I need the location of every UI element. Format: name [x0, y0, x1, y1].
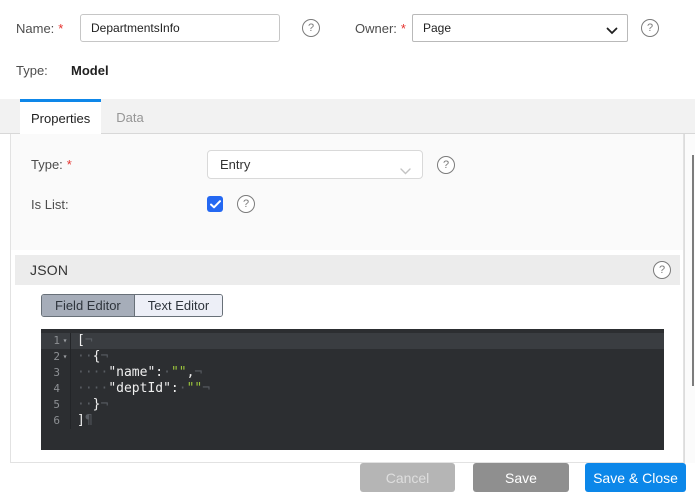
owner-label: Owner: * [355, 21, 412, 36]
owner-help-icon[interactable]: ? [641, 19, 659, 37]
code-line: 5··}¬ [41, 397, 664, 413]
json-code-editor[interactable]: 1▾[¬2▾··{¬3····"name":·"",¬4····"deptId"… [41, 329, 664, 450]
line-number: 4 [41, 381, 71, 397]
owner-label-text: Owner: [355, 21, 397, 36]
code-text: [¬ [71, 333, 93, 349]
tab-content-panel: Type: * Entry ? Is List: ? [10, 134, 684, 463]
owner-required-asterisk: * [401, 21, 406, 36]
owner-select-value: Page [423, 21, 451, 35]
type-help-icon[interactable]: ? [437, 156, 455, 174]
type-field-label: Type: * [31, 157, 207, 172]
code-text: ····"name":·"",¬ [71, 365, 202, 381]
tab-properties[interactable]: Properties [20, 99, 101, 134]
fold-caret-icon[interactable]: ▾ [60, 333, 70, 349]
chevron-down-icon [606, 24, 618, 38]
code-text: ····"deptId":·""¬ [71, 381, 210, 397]
type-static-row: Type: Model [16, 63, 109, 78]
chevron-down-icon [400, 163, 411, 178]
type-required-asterisk: * [67, 157, 72, 172]
code-text: ]¶ [71, 413, 93, 429]
scrollbar-thumb[interactable] [692, 155, 694, 386]
line-number: 1▾ [41, 333, 71, 349]
editor-mode-toggle: Field Editor Text Editor [41, 294, 223, 317]
is-list-label-text: Is List: [31, 197, 69, 212]
line-number: 2▾ [41, 349, 71, 365]
vertical-scrollbar[interactable] [684, 134, 695, 463]
name-required-asterisk: * [58, 21, 63, 36]
top-form: Name: * ? Owner: * Page ? Type: Mod [0, 0, 695, 99]
type-dropdown[interactable]: Entry [207, 150, 423, 179]
name-label: Name: * [16, 21, 80, 36]
code-line: 3····"name":·"",¬ [41, 365, 664, 381]
json-section-header: JSON ? [15, 255, 680, 285]
type-static-value: Model [71, 63, 109, 78]
owner-select-wrap: Page [412, 14, 628, 42]
code-text: ··{¬ [71, 349, 108, 365]
footer-actions: Cancel Save Save & Close [360, 463, 686, 492]
code-line: 6]¶ [41, 413, 664, 429]
is-list-help-icon[interactable]: ? [237, 195, 255, 213]
model-editor-dialog: Name: * ? Owner: * Page ? Type: Mod [0, 0, 695, 504]
code-line: 2▾··{¬ [41, 349, 664, 365]
check-icon [210, 200, 221, 209]
fold-caret-icon[interactable]: ▾ [60, 349, 70, 365]
is-list-row: Is List: ? [31, 195, 683, 213]
field-editor-toggle[interactable]: Field Editor [42, 295, 134, 316]
type-static-label: Type: [16, 63, 71, 78]
save-button[interactable]: Save [473, 463, 569, 492]
is-list-label: Is List: [31, 197, 207, 212]
line-number: 5 [41, 397, 71, 413]
text-editor-toggle[interactable]: Text Editor [134, 295, 222, 316]
line-number: 6 [41, 413, 71, 429]
cancel-button[interactable]: Cancel [360, 463, 455, 492]
save-close-button[interactable]: Save & Close [585, 463, 686, 492]
properties-panel: Type: * Entry ? Is List: ? [11, 134, 683, 250]
tab-strip: Properties Data [0, 99, 695, 134]
json-section-title: JSON [30, 262, 653, 278]
type-dropdown-value: Entry [220, 157, 250, 172]
line-number: 3 [41, 365, 71, 381]
owner-select[interactable]: Page [412, 14, 628, 42]
tab-data[interactable]: Data [101, 99, 158, 133]
code-line: 4····"deptId":·""¬ [41, 381, 664, 397]
json-help-icon[interactable]: ? [653, 261, 671, 279]
code-line: 1▾[¬ [41, 333, 664, 349]
name-label-text: Name: [16, 21, 54, 36]
is-list-checkbox[interactable] [207, 196, 223, 212]
name-help-icon[interactable]: ? [302, 19, 320, 37]
type-field-row: Type: * Entry ? [31, 150, 683, 179]
code-text: ··}¬ [71, 397, 108, 413]
type-field-label-text: Type: [31, 157, 63, 172]
name-owner-row: Name: * ? Owner: * Page ? [0, 14, 695, 42]
name-input[interactable] [80, 14, 280, 42]
